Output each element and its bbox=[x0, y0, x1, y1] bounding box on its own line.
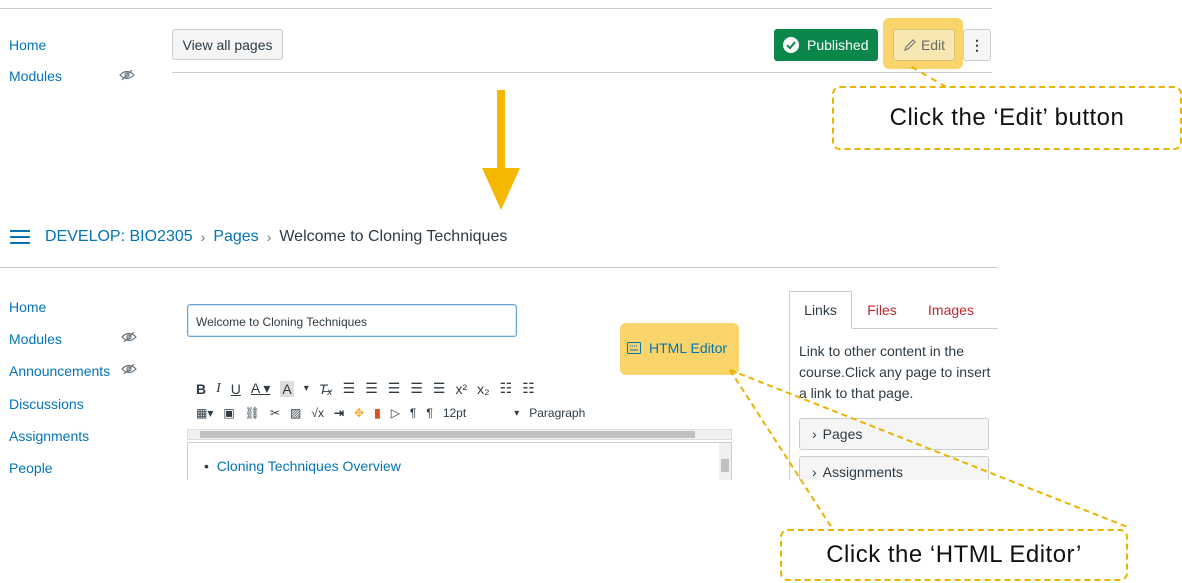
connector-lines bbox=[729, 369, 1131, 529]
html-editor-callout: Click the ‘HTML Editor’ bbox=[780, 529, 1128, 581]
